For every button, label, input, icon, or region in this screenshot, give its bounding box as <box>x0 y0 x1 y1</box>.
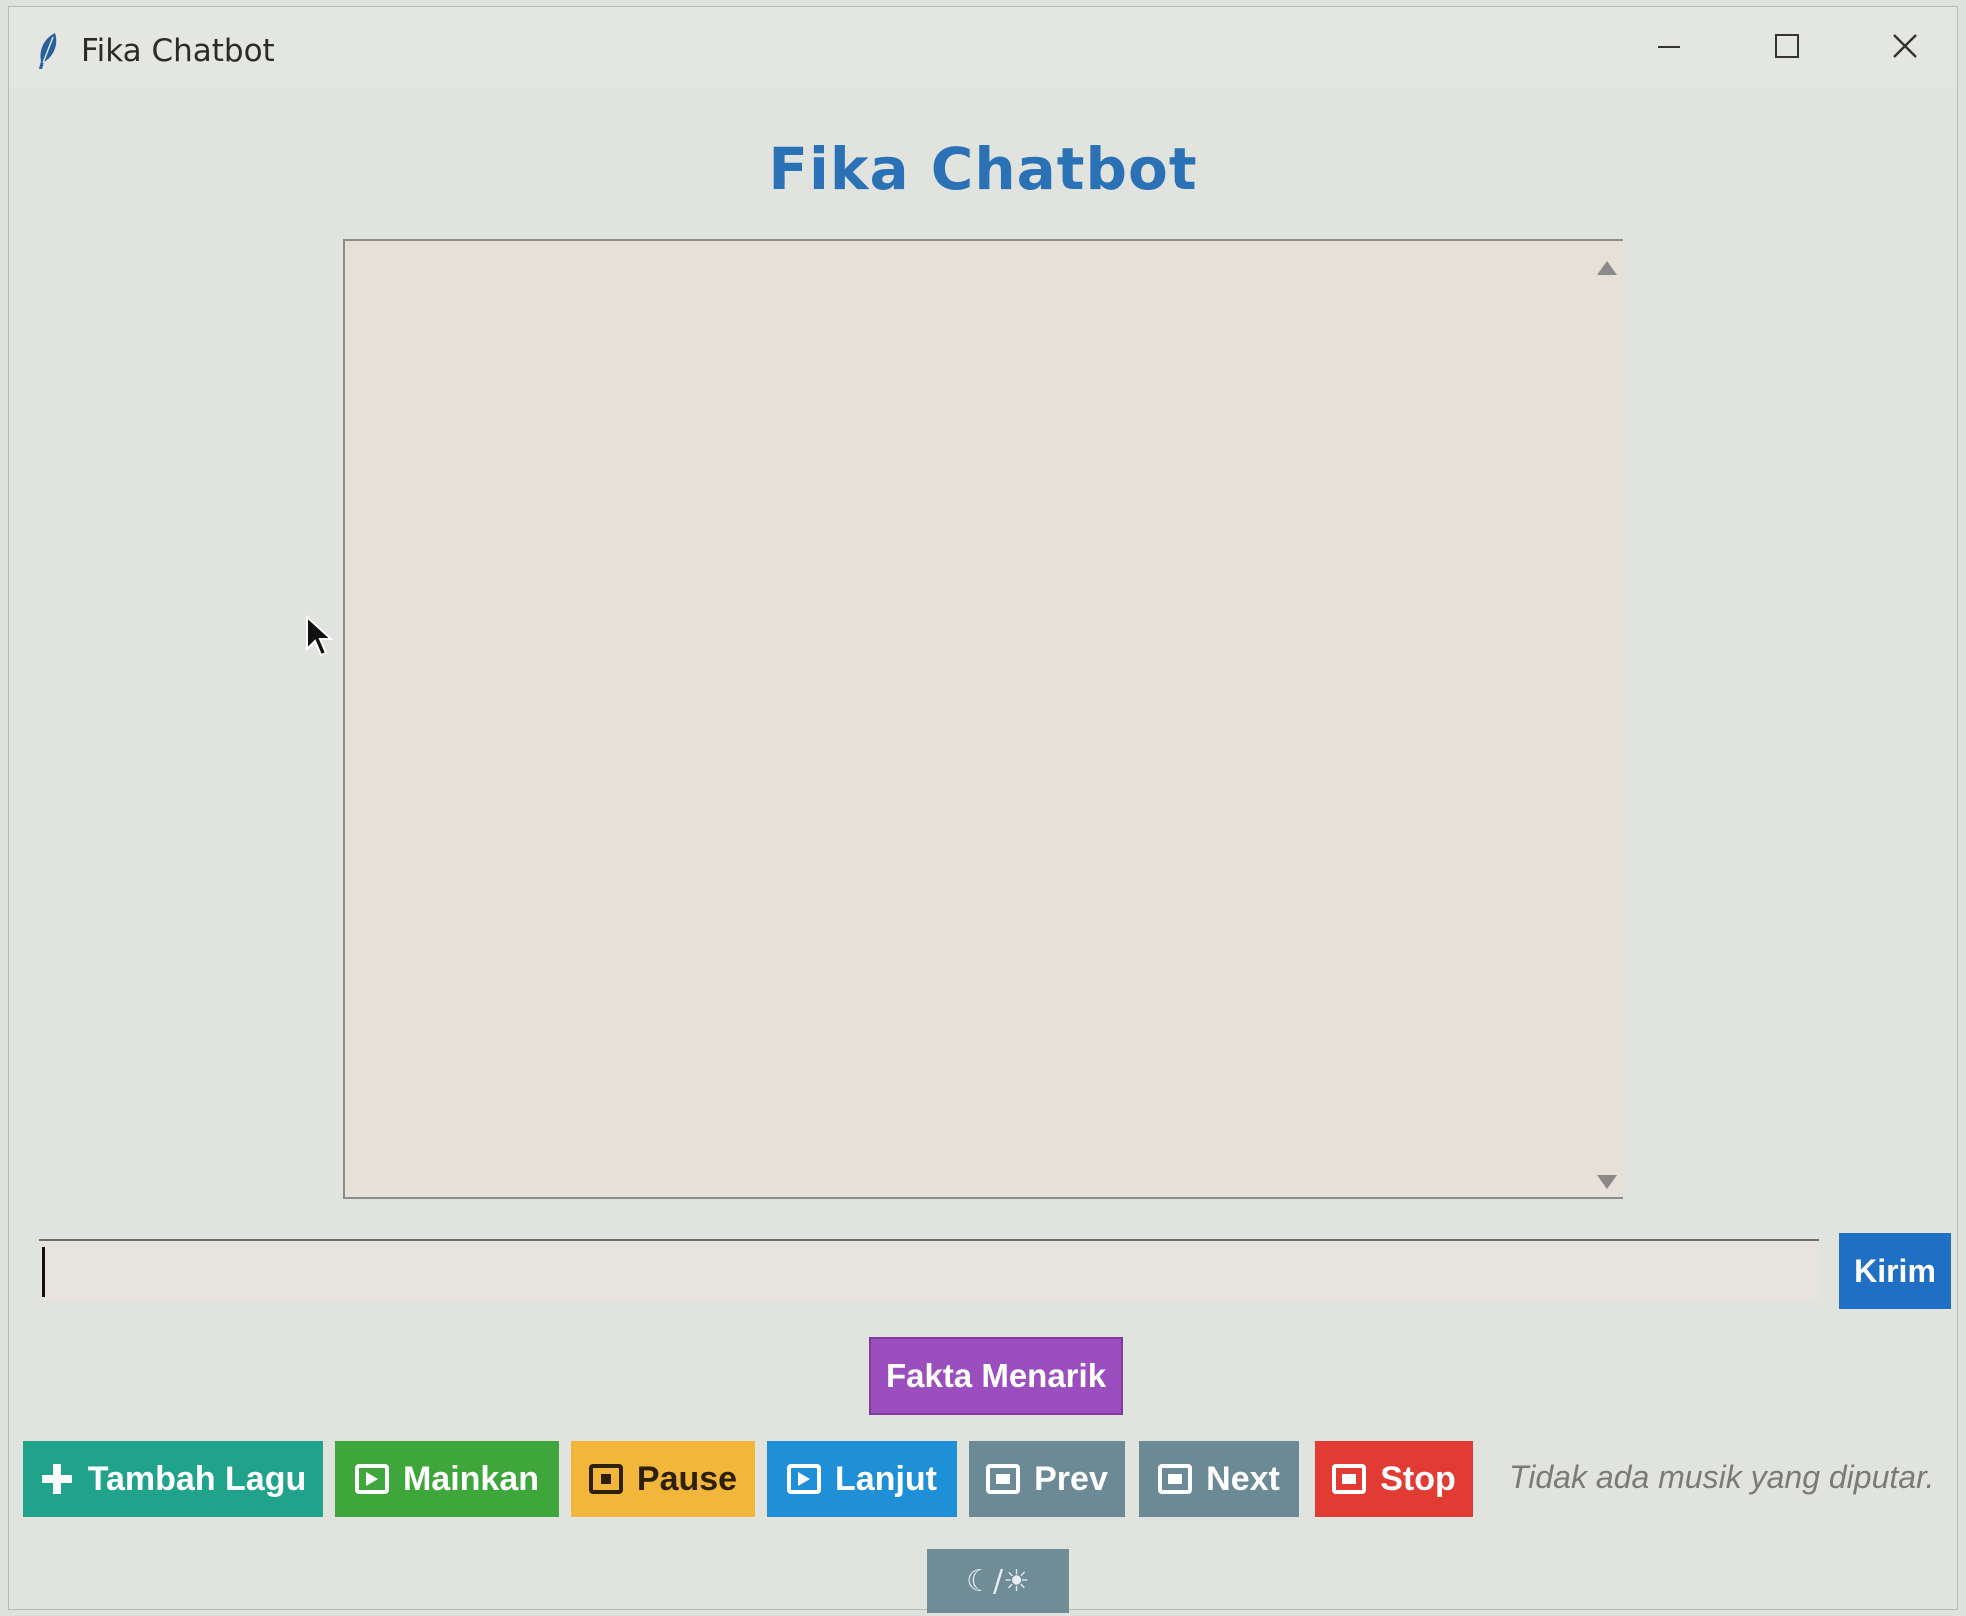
resume-label: Lanjut <box>835 1459 937 1498</box>
minimize-icon <box>1658 46 1680 48</box>
pause-button[interactable]: Pause <box>571 1441 755 1517</box>
previous-label: Prev <box>1034 1459 1108 1498</box>
next-icon <box>1158 1464 1193 1494</box>
stop-label: Stop <box>1380 1459 1456 1498</box>
close-button[interactable] <box>1865 21 1945 71</box>
mouse-pointer-icon <box>306 615 334 657</box>
previous-icon <box>986 1464 1021 1494</box>
play-button[interactable]: Mainkan <box>335 1441 559 1517</box>
stop-button[interactable]: Stop <box>1315 1441 1473 1517</box>
page-title: Fika Chatbot <box>768 135 1198 203</box>
maximize-button[interactable] <box>1747 21 1827 71</box>
add-song-button[interactable]: Tambah Lagu <box>23 1441 323 1517</box>
window-title: Fika Chatbot <box>81 33 275 69</box>
maximize-icon <box>1775 34 1799 58</box>
pause-icon <box>588 1464 623 1494</box>
chat-scrollbar[interactable] <box>1589 243 1623 1193</box>
play-label: Mainkan <box>402 1459 540 1498</box>
previous-button[interactable]: Prev <box>969 1441 1125 1517</box>
title-bar: Fika Chatbot <box>9 7 1957 87</box>
chat-history[interactable] <box>343 239 1623 1199</box>
text-caret <box>42 1247 45 1297</box>
resume-button[interactable]: Lanjut <box>767 1441 957 1517</box>
message-input[interactable] <box>39 1239 1819 1301</box>
scroll-up-arrow-icon[interactable] <box>1597 261 1617 275</box>
stop-icon <box>1332 1464 1367 1494</box>
next-button[interactable]: Next <box>1139 1441 1299 1517</box>
music-status: Tidak ada musik yang diputar. <box>1509 1459 1935 1495</box>
minimize-button[interactable] <box>1629 21 1709 71</box>
theme-toggle-button[interactable]: ☾/☀ <box>927 1549 1069 1613</box>
resume-icon <box>787 1464 821 1494</box>
app-window: Fika Chatbot Fika Chatbot Kirim Fakta Me… <box>8 6 1958 1613</box>
play-icon <box>354 1464 389 1494</box>
send-button[interactable]: Kirim <box>1839 1233 1951 1309</box>
pause-label: Pause <box>636 1459 738 1498</box>
add-song-label: Tambah Lagu <box>87 1459 307 1498</box>
next-label: Next <box>1206 1459 1280 1498</box>
scroll-down-arrow-icon[interactable] <box>1597 1175 1617 1189</box>
fun-fact-button[interactable]: Fakta Menarik <box>869 1337 1123 1415</box>
plus-icon <box>41 1464 72 1494</box>
feather-icon <box>39 33 57 69</box>
close-icon <box>1893 34 1917 58</box>
